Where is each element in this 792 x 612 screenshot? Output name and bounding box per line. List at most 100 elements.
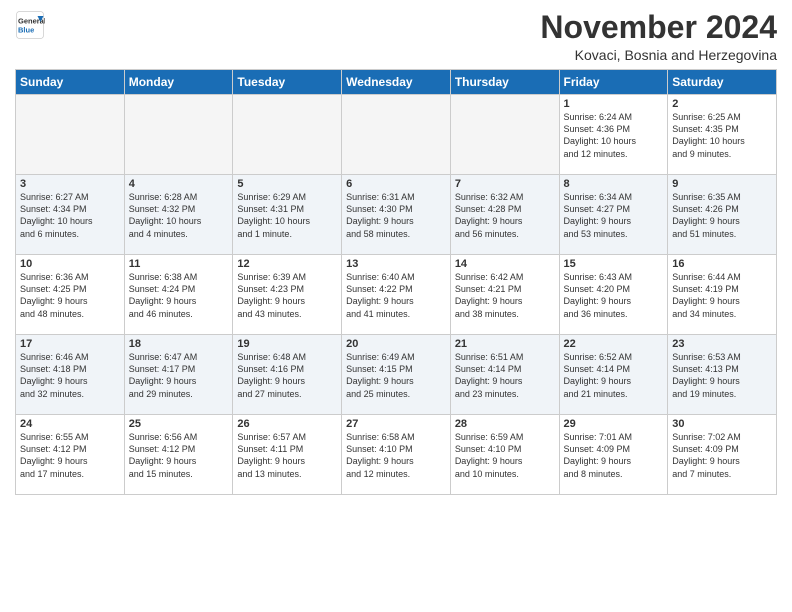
day-number: 7	[455, 178, 555, 190]
day-info: Sunrise: 7:02 AM Sunset: 4:09 PM Dayligh…	[672, 431, 772, 480]
day-number: 10	[20, 258, 120, 270]
day-number: 3	[20, 178, 120, 190]
table-row	[342, 95, 451, 175]
location: Kovaci, Bosnia and Herzegovina	[540, 47, 777, 63]
day-info: Sunrise: 6:47 AM Sunset: 4:17 PM Dayligh…	[129, 351, 229, 400]
table-row: 26Sunrise: 6:57 AM Sunset: 4:11 PM Dayli…	[233, 415, 342, 495]
day-info: Sunrise: 7:01 AM Sunset: 4:09 PM Dayligh…	[564, 431, 664, 480]
th-saturday: Saturday	[668, 70, 777, 95]
table-row	[233, 95, 342, 175]
table-row	[124, 95, 233, 175]
th-thursday: Thursday	[450, 70, 559, 95]
table-row: 11Sunrise: 6:38 AM Sunset: 4:24 PM Dayli…	[124, 255, 233, 335]
table-row: 6Sunrise: 6:31 AM Sunset: 4:30 PM Daylig…	[342, 175, 451, 255]
day-info: Sunrise: 6:44 AM Sunset: 4:19 PM Dayligh…	[672, 271, 772, 320]
day-number: 17	[20, 338, 120, 350]
day-info: Sunrise: 6:57 AM Sunset: 4:11 PM Dayligh…	[237, 431, 337, 480]
day-info: Sunrise: 6:24 AM Sunset: 4:36 PM Dayligh…	[564, 111, 664, 160]
day-info: Sunrise: 6:36 AM Sunset: 4:25 PM Dayligh…	[20, 271, 120, 320]
table-row	[450, 95, 559, 175]
table-row: 2Sunrise: 6:25 AM Sunset: 4:35 PM Daylig…	[668, 95, 777, 175]
logo: General Blue	[15, 10, 45, 40]
day-number: 26	[237, 418, 337, 430]
table-row: 22Sunrise: 6:52 AM Sunset: 4:14 PM Dayli…	[559, 335, 668, 415]
day-info: Sunrise: 6:49 AM Sunset: 4:15 PM Dayligh…	[346, 351, 446, 400]
table-row: 25Sunrise: 6:56 AM Sunset: 4:12 PM Dayli…	[124, 415, 233, 495]
day-number: 22	[564, 338, 664, 350]
day-info: Sunrise: 6:40 AM Sunset: 4:22 PM Dayligh…	[346, 271, 446, 320]
table-row: 3Sunrise: 6:27 AM Sunset: 4:34 PM Daylig…	[16, 175, 125, 255]
calendar-header-row: Sunday Monday Tuesday Wednesday Thursday…	[16, 70, 777, 95]
table-row: 19Sunrise: 6:48 AM Sunset: 4:16 PM Dayli…	[233, 335, 342, 415]
day-info: Sunrise: 6:31 AM Sunset: 4:30 PM Dayligh…	[346, 191, 446, 240]
day-number: 11	[129, 258, 229, 270]
table-row: 17Sunrise: 6:46 AM Sunset: 4:18 PM Dayli…	[16, 335, 125, 415]
day-info: Sunrise: 6:55 AM Sunset: 4:12 PM Dayligh…	[20, 431, 120, 480]
svg-text:Blue: Blue	[18, 26, 34, 35]
day-info: Sunrise: 6:39 AM Sunset: 4:23 PM Dayligh…	[237, 271, 337, 320]
day-info: Sunrise: 6:58 AM Sunset: 4:10 PM Dayligh…	[346, 431, 446, 480]
day-number: 1	[564, 98, 664, 110]
day-info: Sunrise: 6:59 AM Sunset: 4:10 PM Dayligh…	[455, 431, 555, 480]
table-row: 15Sunrise: 6:43 AM Sunset: 4:20 PM Dayli…	[559, 255, 668, 335]
table-row: 30Sunrise: 7:02 AM Sunset: 4:09 PM Dayli…	[668, 415, 777, 495]
day-number: 28	[455, 418, 555, 430]
day-info: Sunrise: 6:34 AM Sunset: 4:27 PM Dayligh…	[564, 191, 664, 240]
day-number: 20	[346, 338, 446, 350]
day-info: Sunrise: 6:25 AM Sunset: 4:35 PM Dayligh…	[672, 111, 772, 160]
day-number: 18	[129, 338, 229, 350]
title-block: November 2024 Kovaci, Bosnia and Herzego…	[540, 10, 777, 63]
table-row: 9Sunrise: 6:35 AM Sunset: 4:26 PM Daylig…	[668, 175, 777, 255]
day-info: Sunrise: 6:56 AM Sunset: 4:12 PM Dayligh…	[129, 431, 229, 480]
day-info: Sunrise: 6:42 AM Sunset: 4:21 PM Dayligh…	[455, 271, 555, 320]
day-info: Sunrise: 6:43 AM Sunset: 4:20 PM Dayligh…	[564, 271, 664, 320]
table-row: 27Sunrise: 6:58 AM Sunset: 4:10 PM Dayli…	[342, 415, 451, 495]
day-number: 24	[20, 418, 120, 430]
day-number: 25	[129, 418, 229, 430]
day-info: Sunrise: 6:46 AM Sunset: 4:18 PM Dayligh…	[20, 351, 120, 400]
day-number: 4	[129, 178, 229, 190]
day-number: 29	[564, 418, 664, 430]
day-info: Sunrise: 6:53 AM Sunset: 4:13 PM Dayligh…	[672, 351, 772, 400]
day-number: 9	[672, 178, 772, 190]
th-monday: Monday	[124, 70, 233, 95]
table-row	[16, 95, 125, 175]
day-info: Sunrise: 6:29 AM Sunset: 4:31 PM Dayligh…	[237, 191, 337, 240]
table-row: 18Sunrise: 6:47 AM Sunset: 4:17 PM Dayli…	[124, 335, 233, 415]
table-row: 10Sunrise: 6:36 AM Sunset: 4:25 PM Dayli…	[16, 255, 125, 335]
day-info: Sunrise: 6:38 AM Sunset: 4:24 PM Dayligh…	[129, 271, 229, 320]
day-number: 15	[564, 258, 664, 270]
th-tuesday: Tuesday	[233, 70, 342, 95]
day-number: 8	[564, 178, 664, 190]
day-number: 21	[455, 338, 555, 350]
table-row: 29Sunrise: 7:01 AM Sunset: 4:09 PM Dayli…	[559, 415, 668, 495]
table-row: 8Sunrise: 6:34 AM Sunset: 4:27 PM Daylig…	[559, 175, 668, 255]
table-row: 7Sunrise: 6:32 AM Sunset: 4:28 PM Daylig…	[450, 175, 559, 255]
table-row: 24Sunrise: 6:55 AM Sunset: 4:12 PM Dayli…	[16, 415, 125, 495]
month-title: November 2024	[540, 10, 777, 45]
day-number: 6	[346, 178, 446, 190]
table-row: 20Sunrise: 6:49 AM Sunset: 4:15 PM Dayli…	[342, 335, 451, 415]
logo-icon: General Blue	[15, 10, 45, 40]
day-number: 2	[672, 98, 772, 110]
table-row: 1Sunrise: 6:24 AM Sunset: 4:36 PM Daylig…	[559, 95, 668, 175]
table-row: 28Sunrise: 6:59 AM Sunset: 4:10 PM Dayli…	[450, 415, 559, 495]
page-header: General Blue November 2024 Kovaci, Bosni…	[15, 10, 777, 63]
th-sunday: Sunday	[16, 70, 125, 95]
day-info: Sunrise: 6:28 AM Sunset: 4:32 PM Dayligh…	[129, 191, 229, 240]
table-row: 4Sunrise: 6:28 AM Sunset: 4:32 PM Daylig…	[124, 175, 233, 255]
table-row: 16Sunrise: 6:44 AM Sunset: 4:19 PM Dayli…	[668, 255, 777, 335]
th-friday: Friday	[559, 70, 668, 95]
calendar-table: Sunday Monday Tuesday Wednesday Thursday…	[15, 69, 777, 495]
day-number: 12	[237, 258, 337, 270]
day-number: 27	[346, 418, 446, 430]
th-wednesday: Wednesday	[342, 70, 451, 95]
page-container: General Blue November 2024 Kovaci, Bosni…	[0, 0, 792, 500]
day-number: 13	[346, 258, 446, 270]
table-row: 13Sunrise: 6:40 AM Sunset: 4:22 PM Dayli…	[342, 255, 451, 335]
day-number: 30	[672, 418, 772, 430]
day-info: Sunrise: 6:32 AM Sunset: 4:28 PM Dayligh…	[455, 191, 555, 240]
day-number: 14	[455, 258, 555, 270]
day-info: Sunrise: 6:27 AM Sunset: 4:34 PM Dayligh…	[20, 191, 120, 240]
table-row: 5Sunrise: 6:29 AM Sunset: 4:31 PM Daylig…	[233, 175, 342, 255]
